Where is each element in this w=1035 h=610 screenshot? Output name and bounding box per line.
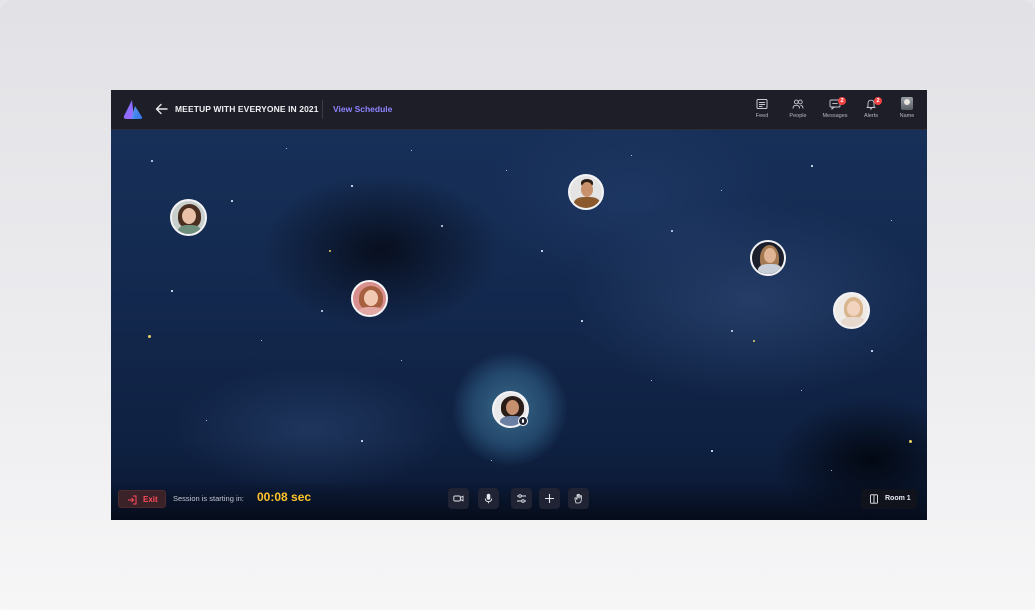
user-avatar	[901, 97, 913, 110]
star	[631, 155, 632, 156]
microphone-badge-icon	[518, 416, 528, 426]
star	[891, 220, 892, 221]
divider	[322, 100, 323, 119]
raise-hand-button[interactable]	[568, 488, 589, 509]
star	[441, 225, 443, 227]
nav-label: Name	[899, 113, 915, 119]
nav-people[interactable]: People	[778, 96, 818, 126]
event-title: MEETUP WITH EVERYONE IN 2021	[175, 104, 319, 114]
star	[721, 190, 722, 191]
star	[671, 230, 673, 232]
avatar-face	[506, 400, 519, 415]
star	[231, 200, 233, 202]
avatar-body	[758, 264, 782, 274]
star	[801, 390, 802, 391]
nav-label: Alerts	[863, 113, 879, 119]
room-label: Room 1	[885, 495, 911, 502]
add-button[interactable]	[539, 488, 560, 509]
star	[909, 440, 912, 443]
star	[541, 250, 543, 252]
star	[286, 148, 287, 149]
microphone-icon	[484, 493, 493, 504]
star	[753, 340, 755, 342]
exit-label: Exit	[143, 495, 158, 504]
star	[711, 450, 713, 452]
app-logo	[123, 100, 143, 119]
nav-label: People	[789, 113, 807, 119]
star	[506, 170, 507, 171]
settings-sliders-icon	[517, 494, 526, 503]
space-room-canvas[interactable]	[111, 130, 927, 520]
avatar-face	[764, 248, 776, 263]
avatar-face	[364, 290, 378, 306]
virtual-meetup-window: MEETUP WITH EVERYONE IN 2021 View Schedu…	[111, 90, 927, 520]
star	[731, 330, 733, 332]
avatar-body	[574, 197, 600, 208]
star	[831, 470, 832, 471]
star	[581, 320, 583, 322]
messages-badge: 2	[838, 97, 846, 105]
top-bar: MEETUP WITH EVERYONE IN 2021 View Schedu…	[111, 90, 927, 130]
participant-avatar[interactable]	[170, 199, 207, 236]
avatar-body	[178, 225, 201, 234]
star	[401, 360, 402, 361]
nav-label: Messages	[822, 113, 848, 119]
star	[148, 335, 151, 338]
microphone-toggle-button[interactable]	[478, 488, 499, 509]
nav-messages[interactable]: 2 Messages	[815, 96, 855, 126]
avatar-body	[358, 307, 384, 315]
star	[411, 150, 412, 151]
door-icon	[870, 494, 878, 504]
star	[651, 380, 652, 381]
participant-avatar[interactable]	[568, 174, 604, 210]
star	[151, 160, 153, 162]
star	[206, 420, 207, 421]
back-arrow-icon[interactable]	[153, 100, 171, 118]
participant-avatar[interactable]	[750, 240, 786, 276]
view-schedule-link[interactable]: View Schedule	[333, 104, 392, 114]
nav-profile[interactable]: Name	[887, 96, 927, 126]
room-selector-button[interactable]: Room 1	[861, 489, 917, 509]
participant-avatar[interactable]	[351, 280, 388, 317]
participant-avatar[interactable]	[833, 292, 870, 329]
plus-icon	[545, 494, 554, 503]
avatar-face	[182, 208, 196, 224]
session-status-text: Session is starting in:	[173, 494, 244, 503]
avatar-face	[847, 301, 860, 316]
star	[351, 185, 353, 187]
nav-feed[interactable]: Feed	[742, 96, 782, 126]
avatar-face	[581, 182, 593, 197]
alerts-badge: 2	[874, 97, 882, 105]
people-icon	[792, 99, 804, 109]
star	[361, 440, 363, 442]
star	[811, 165, 813, 167]
nav-alerts[interactable]: 2 Alerts	[851, 96, 891, 126]
star	[329, 250, 331, 252]
hand-raise-icon	[574, 493, 582, 504]
star	[321, 310, 323, 312]
feed-icon	[756, 99, 768, 109]
countdown-timer: 00:08 sec	[257, 490, 312, 504]
star	[171, 290, 173, 292]
exit-button[interactable]: Exit	[118, 490, 166, 508]
nav-label: Feed	[755, 113, 769, 119]
star	[871, 350, 873, 352]
settings-button[interactable]	[511, 488, 532, 509]
bottom-control-bar: Exit Session is starting in: 00:08 sec R…	[111, 482, 927, 520]
avatar-body	[841, 317, 866, 327]
camera-toggle-button[interactable]	[448, 488, 469, 509]
exit-icon	[128, 495, 137, 505]
star	[261, 340, 262, 341]
camera-icon	[453, 495, 464, 502]
